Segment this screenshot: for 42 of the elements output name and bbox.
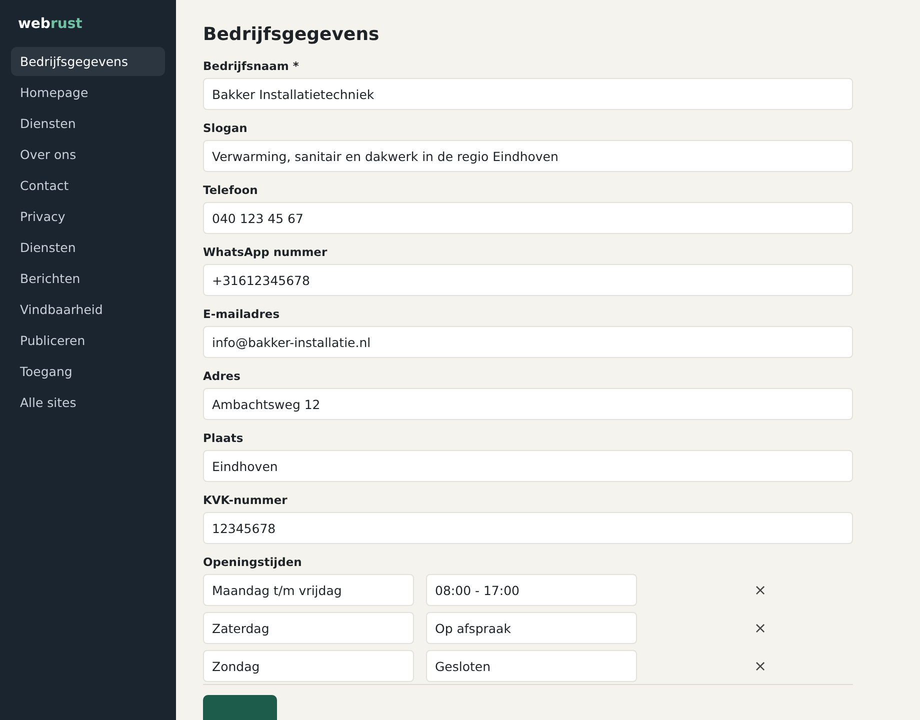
- sidebar-item[interactable]: Berichten: [11, 264, 165, 293]
- sidebar-item[interactable]: Toegang: [11, 357, 165, 386]
- input-field[interactable]: info@bakker-installatie.nl: [203, 326, 853, 358]
- input-field[interactable]: Ambachtsweg 12: [203, 388, 853, 420]
- field-label: Slogan: [203, 121, 248, 135]
- sidebar-item[interactable]: Vindbaarheid: [11, 295, 165, 324]
- remove-button[interactable]: ×: [751, 657, 770, 675]
- input-field[interactable]: +31612345678: [203, 264, 853, 296]
- field-label: Plaats: [203, 431, 244, 445]
- logo-accent-text: rust: [50, 16, 82, 32]
- sidebar-item[interactable]: Diensten: [11, 109, 165, 138]
- field-label: Telefoon: [203, 183, 259, 197]
- input-field[interactable]: Eindhoven: [203, 450, 853, 482]
- hours-input-field[interactable]: Gesloten: [426, 650, 637, 682]
- input-field[interactable]: Bakker Installatietechniek: [203, 78, 853, 110]
- logo-text: web: [18, 16, 50, 32]
- sidebar-item[interactable]: Diensten: [11, 233, 165, 262]
- input-field[interactable]: Verwarming, sanitair en dakwerk in de regio Eindhoven: [203, 140, 853, 172]
- hours-input-field[interactable]: 08:00 - 17:00: [426, 574, 637, 606]
- sidebar-item[interactable]: Over ons: [11, 140, 165, 169]
- remove-button[interactable]: ×: [751, 619, 770, 637]
- sidebar-item[interactable]: Bedrijfsgegevens: [11, 47, 165, 76]
- field-label: Adres: [203, 369, 242, 383]
- input-field[interactable]: 040 123 45 67: [203, 202, 853, 234]
- sidebar-item[interactable]: Contact: [11, 171, 165, 200]
- hours-input-field[interactable]: Op afspraak: [426, 612, 637, 644]
- day-input-field[interactable]: Zondag: [203, 650, 414, 682]
- field-label: Openingstijden: [203, 555, 303, 569]
- sidebar-item[interactable]: Homepage: [11, 78, 165, 107]
- field-label: Bedrijfsnaam *: [203, 59, 300, 73]
- field-label: WhatsApp nummer: [203, 245, 328, 259]
- sidebar-item[interactable]: Publiceren: [11, 326, 165, 355]
- action-button[interactable]: [203, 695, 277, 720]
- field-label: KVK-nummer: [203, 493, 288, 507]
- day-input-field[interactable]: Maandag t/m vrijdag: [203, 574, 414, 606]
- input-field[interactable]: 12345678: [203, 512, 853, 544]
- remove-button[interactable]: ×: [751, 581, 770, 599]
- day-input-field[interactable]: Zaterdag: [203, 612, 414, 644]
- sidebar-item[interactable]: Alle sites: [11, 388, 165, 417]
- page-title: Bedrijfsgegevens: [203, 24, 380, 45]
- field-label: E-mailadres: [203, 307, 281, 321]
- sidebar-item[interactable]: Privacy: [11, 202, 165, 231]
